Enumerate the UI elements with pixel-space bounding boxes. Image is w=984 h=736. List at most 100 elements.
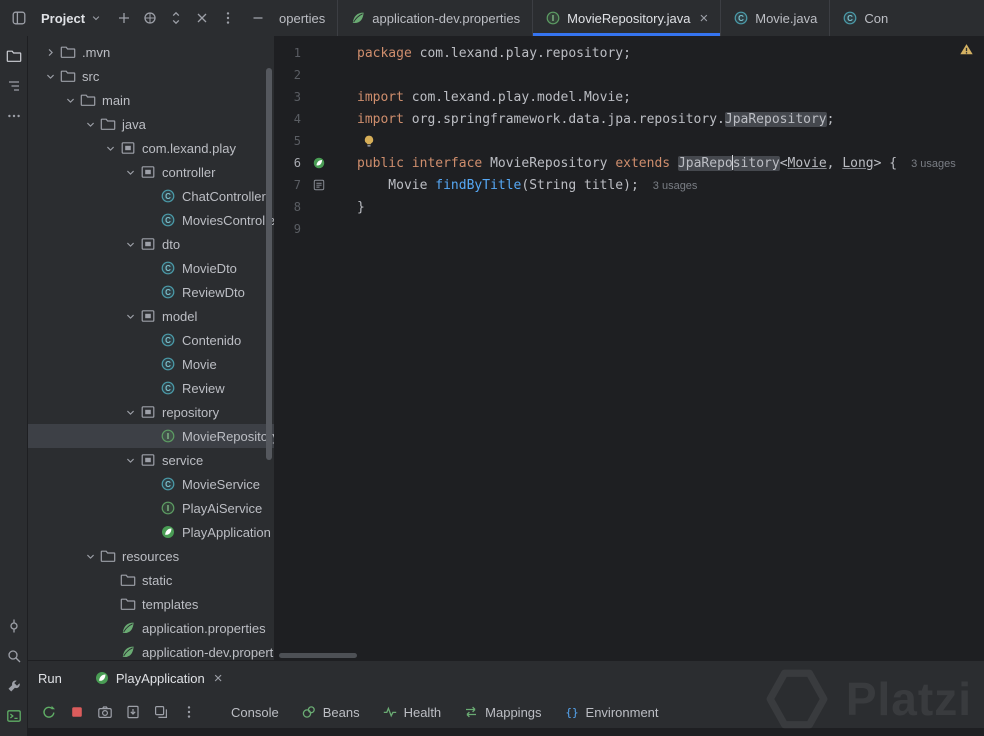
editor-tab-movierepository-java[interactable]: IMovieRepository.java×	[532, 0, 720, 36]
editor-tab-operties[interactable]: operties	[275, 0, 337, 36]
run-tab-console[interactable]: Console	[220, 697, 290, 727]
line-number[interactable]: 5	[275, 134, 301, 148]
line-number[interactable]: 6	[275, 156, 301, 170]
chevron-down-icon[interactable]	[122, 404, 139, 420]
line-number[interactable]: 9	[275, 222, 301, 236]
tree-item-repository[interactable]: repository	[28, 400, 274, 424]
search-icon[interactable]	[2, 644, 26, 668]
terminal-icon[interactable]	[2, 704, 26, 728]
code-line[interactable]: 5	[275, 130, 984, 152]
code-line[interactable]: 2	[275, 64, 984, 86]
line-number[interactable]: 7	[275, 178, 301, 192]
run-tab-health[interactable]: Health	[371, 697, 453, 727]
main-menu-icon[interactable]	[6, 5, 32, 31]
usages-inlay-hint[interactable]: 3 usages	[653, 180, 698, 192]
spring-bean-gutter-icon[interactable]	[309, 156, 329, 170]
tree-item-src[interactable]: src	[28, 64, 274, 88]
more-icon[interactable]	[215, 5, 241, 31]
rerun-icon[interactable]	[36, 700, 62, 724]
tree-item-moviescontroller[interactable]: CMoviesController	[28, 208, 274, 232]
stack-icon[interactable]	[148, 700, 174, 724]
chevron-down-icon[interactable]	[42, 68, 59, 84]
build-icon[interactable]	[2, 674, 26, 698]
editor-tab-application-dev-properties[interactable]: application-dev.properties	[337, 0, 532, 36]
editor-hscrollbar[interactable]	[275, 651, 984, 660]
inspections-warning-icon[interactable]	[959, 42, 974, 57]
tree-item-mvn[interactable]: .mvn	[28, 40, 274, 64]
line-number[interactable]: 2	[275, 68, 301, 82]
tree-item-movierepository[interactable]: IMovieRepository	[28, 424, 274, 448]
tree-item-contenido[interactable]: CContenido	[28, 328, 274, 352]
run-tab-beans[interactable]: Beans	[290, 697, 371, 727]
chevron-down-icon[interactable]	[82, 116, 99, 132]
run-config-tab[interactable]: PlayApplication ×	[94, 670, 223, 686]
tree-item-movie[interactable]: CMovie	[28, 352, 274, 376]
camera-icon[interactable]	[92, 700, 118, 724]
tree-item-static[interactable]: static	[28, 568, 274, 592]
intention-bulb-icon[interactable]	[361, 133, 377, 149]
line-number[interactable]: 8	[275, 200, 301, 214]
code-line[interactable]: 4import org.springframework.data.jpa.rep…	[275, 108, 984, 130]
run-tab-environment[interactable]: {}Environment	[553, 697, 670, 727]
line-number[interactable]: 4	[275, 112, 301, 126]
code-editor[interactable]: 1package com.lexand.play.repository; 2 3im…	[275, 36, 984, 660]
tree-scrollbar[interactable]	[266, 68, 272, 460]
code-line[interactable]: 9	[275, 218, 984, 240]
close-icon[interactable]: ×	[214, 671, 223, 686]
chevron-right-icon[interactable]	[42, 44, 59, 60]
more-icon[interactable]	[176, 700, 202, 724]
chevron-down-icon[interactable]	[122, 452, 139, 468]
tree-item-com-lexand-play[interactable]: com.lexand.play	[28, 136, 274, 160]
line-number[interactable]: 3	[275, 90, 301, 104]
tree-item-review[interactable]: CReview	[28, 376, 274, 400]
updown-icon[interactable]	[163, 5, 189, 31]
hscrollbar-thumb[interactable]	[279, 653, 357, 658]
tree-item-playapplication[interactable]: PlayApplication	[28, 520, 274, 544]
project-selector[interactable]: Project	[34, 5, 109, 31]
tree-item-reviewdto[interactable]: CReviewDto	[28, 280, 274, 304]
line-number[interactable]: 1	[275, 46, 301, 60]
tree-item-movieservice[interactable]: CMovieService	[28, 472, 274, 496]
commit-icon[interactable]	[2, 614, 26, 638]
tree-item-controller[interactable]: controller	[28, 160, 274, 184]
chevron-down-icon[interactable]	[82, 548, 99, 564]
tree-item-resources[interactable]: resources	[28, 544, 274, 568]
target-icon[interactable]	[137, 5, 163, 31]
editor-tab-con[interactable]: CCon	[829, 0, 900, 36]
tree-item-moviedto[interactable]: CMovieDto	[28, 256, 274, 280]
code-token: Movie	[788, 156, 827, 171]
code-line[interactable]: 1package com.lexand.play.repository;	[275, 42, 984, 64]
code-line[interactable]: 8}	[275, 196, 984, 218]
chevron-down-icon[interactable]	[62, 92, 79, 108]
close-icon[interactable]: ×	[699, 11, 708, 26]
tree-item-service[interactable]: service	[28, 448, 274, 472]
editor-tab-movie-java[interactable]: CMovie.java	[720, 0, 829, 36]
chevron-down-icon[interactable]	[122, 308, 139, 324]
run-tab-mappings[interactable]: Mappings	[452, 697, 552, 727]
import-icon[interactable]	[120, 700, 146, 724]
tree-item-application-properties[interactable]: application.properties	[28, 616, 274, 640]
tree-item-templates[interactable]: templates	[28, 592, 274, 616]
project-folder-icon[interactable]	[2, 44, 26, 68]
code-line[interactable]: 7 Movie findByTitle(String title);3 usag…	[275, 174, 984, 196]
more-dots-icon[interactable]	[2, 104, 26, 128]
tree-item-application-dev-properties[interactable]: application-dev.properties	[28, 640, 274, 660]
tree-item-java[interactable]: java	[28, 112, 274, 136]
close-icon[interactable]	[189, 5, 215, 31]
tree-item-chatcontroller[interactable]: CChatController	[28, 184, 274, 208]
add-icon[interactable]	[111, 5, 137, 31]
code-line[interactable]: 6public interface MovieRepository extend…	[275, 152, 984, 174]
usages-inlay-hint[interactable]: 3 usages	[911, 158, 956, 170]
chevron-down-icon[interactable]	[122, 164, 139, 180]
stop-icon[interactable]	[64, 700, 90, 724]
structure-icon[interactable]	[2, 74, 26, 98]
hide-panel-icon[interactable]	[245, 5, 271, 31]
tree-item-model[interactable]: model	[28, 304, 274, 328]
code-line[interactable]: 3import com.lexand.play.model.Movie;	[275, 86, 984, 108]
chevron-down-icon[interactable]	[102, 140, 119, 156]
tree-item-dto[interactable]: dto	[28, 232, 274, 256]
query-method-gutter-icon[interactable]	[309, 178, 329, 192]
tree-item-main[interactable]: main	[28, 88, 274, 112]
tree-item-playaiservice[interactable]: IPlayAiService	[28, 496, 274, 520]
chevron-down-icon[interactable]	[122, 236, 139, 252]
